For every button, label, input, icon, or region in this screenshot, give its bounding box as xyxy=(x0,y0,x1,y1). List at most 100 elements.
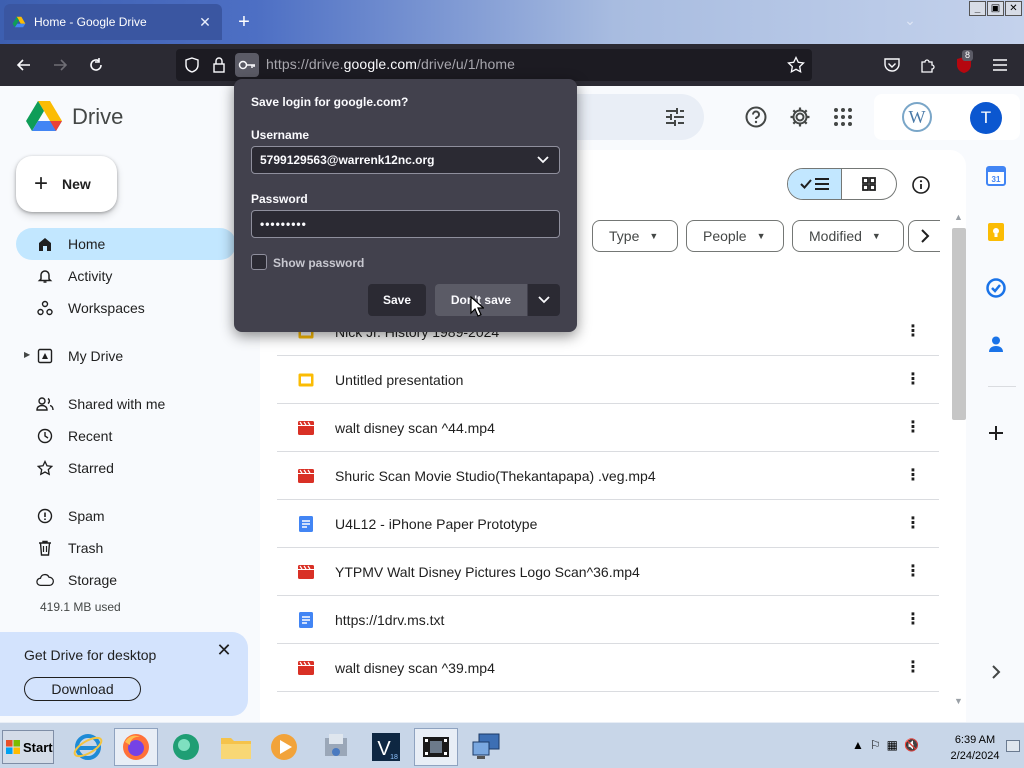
more-actions-icon[interactable]: ⋮ xyxy=(901,563,925,580)
new-button[interactable]: + New xyxy=(16,156,117,212)
extensions-puzzle-icon[interactable] xyxy=(916,53,940,77)
video-file-icon xyxy=(298,468,314,484)
tracking-protection-shield-icon[interactable] xyxy=(180,53,204,77)
minimize-button[interactable]: _ xyxy=(969,1,986,16)
filter-chip-type[interactable]: Type ▼ xyxy=(592,220,678,252)
chevron-down-icon[interactable] xyxy=(537,156,549,164)
show-password-label[interactable]: Show password xyxy=(273,256,364,270)
installer-icon[interactable] xyxy=(314,728,358,766)
save-button[interactable]: Save xyxy=(368,284,426,316)
vegas-pro-icon[interactable]: V 18 xyxy=(364,728,408,766)
password-key-icon[interactable] xyxy=(235,53,259,77)
network-icon[interactable]: ▦ xyxy=(887,738,898,752)
show-password-checkbox[interactable] xyxy=(251,254,267,270)
restore-button[interactable]: ▣ xyxy=(987,1,1004,16)
show-desktop-button[interactable] xyxy=(1006,740,1020,752)
media-player-icon[interactable] xyxy=(262,728,306,766)
expand-panel-chevron-icon[interactable] xyxy=(984,660,1008,684)
dropdown-arrow-icon: ▼ xyxy=(871,231,881,241)
avatar[interactable]: T xyxy=(970,102,1002,134)
file-row[interactable]: Shuric Scan Movie Studio(Thekantapapa) .… xyxy=(277,452,939,500)
organization-logo-icon[interactable]: W xyxy=(902,102,932,132)
more-actions-icon[interactable]: ⋮ xyxy=(901,611,925,628)
help-icon[interactable] xyxy=(745,106,767,128)
list-all-tabs-icon[interactable]: ⌄ xyxy=(900,12,920,32)
browser-tab[interactable]: Home - Google Drive ✕ xyxy=(4,4,222,40)
scrollbar-thumb[interactable] xyxy=(952,228,966,420)
close-window-button[interactable]: ✕ xyxy=(1005,1,1022,16)
keep-icon[interactable] xyxy=(984,220,1008,244)
info-icon[interactable] xyxy=(912,176,930,194)
more-actions-icon[interactable]: ⋮ xyxy=(901,467,925,484)
contacts-icon[interactable] xyxy=(984,332,1008,356)
grid-view-button[interactable] xyxy=(842,169,896,199)
file-row[interactable]: https://1drv.ms.txt ⋮ xyxy=(277,596,939,644)
more-actions-icon[interactable]: ⋮ xyxy=(901,323,925,340)
filter-scroll-right-button[interactable] xyxy=(908,220,940,252)
sidebar-item-recent[interactable]: Recent xyxy=(16,420,236,452)
file-name: walt disney scan ^39.mp4 xyxy=(335,659,495,676)
sidebar-item-label: Workspaces xyxy=(68,300,145,316)
more-actions-icon[interactable]: ⋮ xyxy=(901,419,925,436)
username-label: Username xyxy=(251,128,310,142)
cloud-icon xyxy=(36,571,54,589)
forward-icon[interactable] xyxy=(48,53,72,77)
search-options-tune-icon[interactable] xyxy=(664,106,686,128)
pocket-icon[interactable] xyxy=(880,53,904,77)
add-addon-plus-icon[interactable] xyxy=(984,421,1008,445)
username-field[interactable]: 5799129563@warrenk12nc.org xyxy=(251,146,560,174)
sidebar-item-home[interactable]: Home xyxy=(16,228,236,260)
file-row[interactable]: YTPMV Walt Disney Pictures Logo Scan^36.… xyxy=(277,548,939,596)
hamburger-menu-icon[interactable] xyxy=(988,53,1012,77)
file-row[interactable]: U4L12 - iPhone Paper Prototype ⋮ xyxy=(277,500,939,548)
firefox-icon[interactable] xyxy=(114,728,158,766)
password-field[interactable]: ••••••••• xyxy=(251,210,560,238)
action-center-flag-icon[interactable]: ⚐ xyxy=(870,738,881,752)
sidebar-item-storage[interactable]: Storage xyxy=(16,564,236,596)
video-editor-icon[interactable] xyxy=(414,728,458,766)
sidebar-item-activity[interactable]: Activity xyxy=(16,260,236,292)
close-tab-icon[interactable]: ✕ xyxy=(196,14,214,31)
reload-icon[interactable] xyxy=(84,53,108,77)
sidebar-item-spam[interactable]: Spam xyxy=(16,500,236,532)
list-view-button[interactable] xyxy=(788,169,843,199)
app-green-icon[interactable] xyxy=(164,728,208,766)
filter-chip-modified[interactable]: Modified ▼ xyxy=(792,220,904,252)
more-actions-icon[interactable]: ⋮ xyxy=(901,659,925,676)
sidebar-item-label: Home xyxy=(68,236,106,252)
lock-icon[interactable] xyxy=(207,53,231,77)
remote-desktop-icon[interactable] xyxy=(464,728,508,766)
back-icon[interactable] xyxy=(12,53,36,77)
calendar-icon[interactable]: 31 xyxy=(984,164,1008,188)
sidebar-item-my-drive[interactable]: My Drive xyxy=(16,340,236,372)
file-explorer-icon[interactable] xyxy=(214,728,258,766)
file-row[interactable]: walt disney scan ^44.mp4 ⋮ xyxy=(277,404,939,452)
more-actions-icon[interactable]: ⋮ xyxy=(901,515,925,532)
download-button[interactable]: Download xyxy=(24,677,141,701)
internet-explorer-icon[interactable] xyxy=(66,728,110,766)
tasks-icon[interactable] xyxy=(984,276,1008,300)
sidebar-item-starred[interactable]: Starred xyxy=(16,452,236,484)
file-row[interactable]: walt disney scan ^39.mp4 ⋮ xyxy=(277,644,939,692)
promo-title: Get Drive for desktop xyxy=(24,647,157,663)
sidebar-item-shared[interactable]: Shared with me xyxy=(16,388,236,420)
drive-logo-icon[interactable] xyxy=(26,100,62,132)
scroll-down-icon[interactable]: ▼ xyxy=(954,696,963,706)
more-actions-icon[interactable]: ⋮ xyxy=(901,371,925,388)
document-file-icon xyxy=(298,611,314,628)
volume-muted-icon[interactable]: 🔇 xyxy=(904,738,919,752)
save-options-dropdown-button[interactable] xyxy=(528,284,560,316)
show-hidden-icons-icon[interactable]: ▲ xyxy=(852,738,864,752)
google-apps-icon[interactable] xyxy=(832,106,854,128)
scroll-up-icon[interactable]: ▲ xyxy=(954,212,963,222)
sidebar-item-trash[interactable]: Trash xyxy=(16,532,236,564)
settings-gear-icon[interactable] xyxy=(789,106,811,128)
sidebar-item-workspaces[interactable]: Workspaces xyxy=(16,292,236,324)
taskbar-clock[interactable]: 6:39 AM 2/24/2024 xyxy=(948,732,1002,764)
file-row[interactable]: Untitled presentation ⋮ xyxy=(277,356,939,404)
promo-close-icon[interactable]: ✕ xyxy=(214,640,234,660)
start-button[interactable]: Start xyxy=(2,730,54,764)
bookmark-star-icon[interactable] xyxy=(784,53,808,77)
new-tab-button[interactable]: + xyxy=(232,10,256,34)
filter-chip-people[interactable]: People ▼ xyxy=(686,220,784,252)
